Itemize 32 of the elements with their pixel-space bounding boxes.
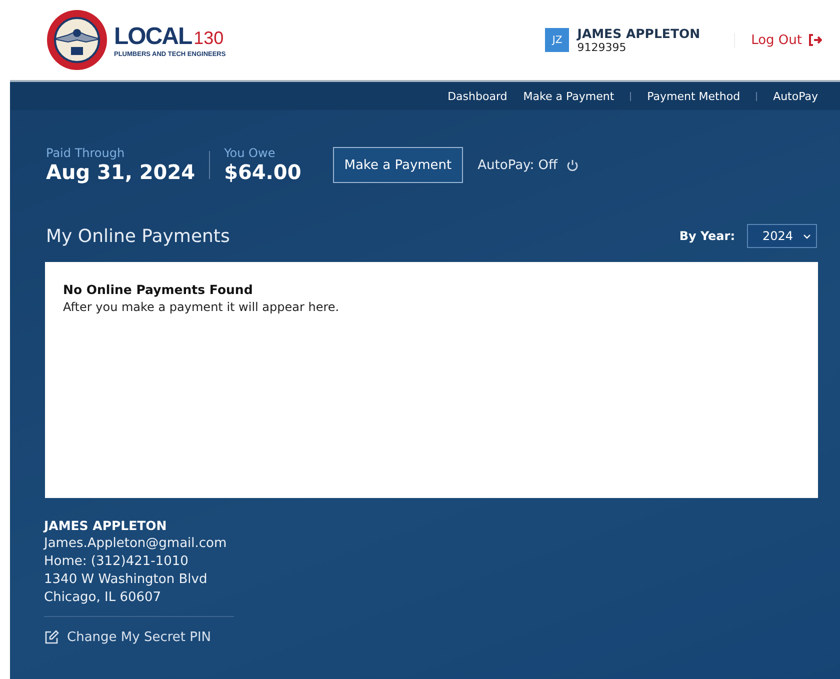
make-payment-button[interactable]: Make a Payment — [333, 147, 463, 183]
logout-icon — [808, 34, 822, 46]
nav-link[interactable]: Make a Payment — [523, 90, 614, 102]
year-dropdown[interactable]: 2024 — [747, 224, 817, 248]
empty-title: No Online Payments Found — [63, 282, 254, 297]
stat-value: $64.00 — [224, 160, 302, 184]
power-icon[interactable] — [566, 158, 578, 172]
autopay-status: AutoPay: Off — [478, 158, 558, 172]
nav-link[interactable]: AutoPay — [773, 90, 818, 102]
contact-line: 1340 W Washington Blvd — [44, 572, 208, 587]
user-avatar: JZ — [545, 28, 570, 52]
emblem-icon — [46, 9, 108, 71]
change-pin-link[interactable]: Change My Secret PIN — [44, 630, 840, 645]
stat-label: Paid Through — [46, 146, 126, 160]
user-name: JAMES APPLETON — [577, 26, 700, 41]
logo-name: LOCAL — [114, 22, 192, 50]
logo-number: 130 — [194, 28, 224, 48]
stat-label: You Owe — [224, 146, 276, 160]
contact-line: James.Appleton@gmail.com — [44, 536, 228, 551]
contact-name: JAMES APPLETON — [44, 518, 168, 533]
nav-link[interactable]: Dashboard — [448, 90, 508, 102]
stat-value: Aug 31, 2024 — [46, 160, 196, 184]
edit-icon — [44, 630, 59, 645]
member-id: 9129395 — [577, 41, 628, 54]
nav-link[interactable]: Payment Method — [647, 90, 740, 102]
section-title: My Online Payments — [46, 226, 231, 246]
logout-link[interactable]: Log Out — [734, 32, 822, 48]
empty-message: After you make a payment it will appear here. — [63, 300, 340, 314]
chevron-icon — [803, 234, 811, 238]
contact-line: Chicago, IL 60607 — [44, 590, 162, 605]
contact-line: Home: (312)421-1010 — [44, 554, 190, 569]
year-label: By Year: — [679, 229, 735, 243]
